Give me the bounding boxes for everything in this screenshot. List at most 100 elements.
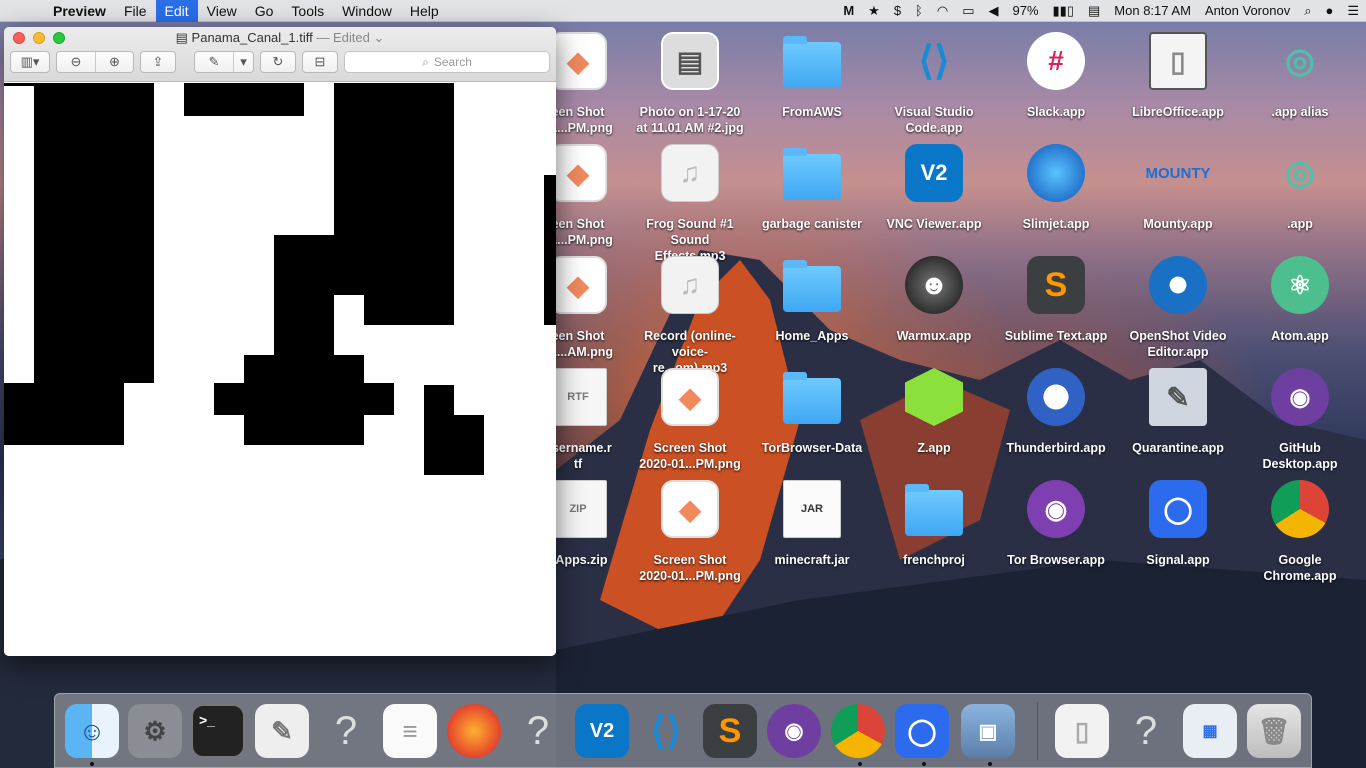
pixel-block	[424, 385, 454, 475]
photo-thumb-icon: ▤	[661, 32, 719, 90]
rotate-button[interactable]: ↻	[260, 51, 296, 73]
search-field[interactable]: ⌕ Search	[344, 51, 550, 73]
desktop-item-thunderbird[interactable]: Thunderbird.app	[1001, 368, 1111, 456]
star-icon[interactable]: ★	[861, 0, 887, 22]
dock-unknown-app-icon[interactable]: ?	[1119, 704, 1173, 758]
bluetooth-icon[interactable]: ᛒ	[908, 0, 930, 22]
desktop-item-sublime[interactable]: S Sublime Text.app	[1001, 256, 1111, 344]
desktop-item-chrome[interactable]: Google Chrome.app	[1245, 480, 1355, 584]
dock-signal-icon[interactable]: ◯	[895, 704, 949, 758]
dock-terminal-icon[interactable]: >_	[191, 704, 245, 758]
rtf-icon: RTF	[549, 368, 607, 426]
desktop-item-folder[interactable]: frenchproj	[879, 480, 989, 568]
menu-view[interactable]: View	[198, 0, 246, 22]
menu-window[interactable]: Window	[333, 0, 401, 22]
desktop-item-app-alias[interactable]: ◎ .app alias	[1245, 32, 1355, 120]
markup-chevron-icon[interactable]: ▾	[233, 52, 253, 72]
desktop-item-app[interactable]: ◎ .app	[1245, 144, 1355, 232]
image-thumb-icon: ◆	[661, 480, 719, 538]
dock-chrome-icon[interactable]	[831, 704, 885, 758]
desktop-item-tor[interactable]: ◉ Tor Browser.app	[1001, 480, 1111, 568]
desktop-item-label: FromAWS	[782, 105, 842, 119]
volume-icon[interactable]: ◀	[982, 0, 1006, 22]
dock-sublime-text-icon[interactable]: S	[703, 704, 757, 758]
battery-percent[interactable]: 97%	[1006, 0, 1046, 22]
menu-help[interactable]: Help	[401, 0, 448, 22]
dock-separator	[1037, 702, 1038, 760]
desktop-item-libreoffice[interactable]: ▯ LibreOffice.app	[1123, 32, 1233, 120]
desktop-item-vnc[interactable]: V2 VNC Viewer.app	[879, 144, 989, 232]
image-thumb-icon: ◆	[661, 368, 719, 426]
dock-script-editor-icon[interactable]: ✎	[255, 704, 309, 758]
warmux-icon: ☻	[905, 256, 963, 314]
desktop-item-slimjet[interactable]: Slimjet.app	[1001, 144, 1111, 232]
desktop-item-label: Slimjet.app	[1022, 217, 1090, 231]
notification-center-icon[interactable]: ☰	[1340, 0, 1366, 22]
desktop-item-jar[interactable]: JAR minecraft.jar	[757, 480, 867, 568]
desktop-item-z-app[interactable]: Z.app	[879, 368, 989, 456]
dock-document-icon[interactable]: ▯	[1055, 704, 1109, 758]
airplay-icon[interactable]: ▭	[955, 0, 981, 22]
desktop-item-image-thumb[interactable]: ◆ Screen Shot 2020-01...PM.png	[635, 368, 745, 472]
menu-go[interactable]: Go	[246, 0, 283, 22]
flag-icon[interactable]: ▤	[1081, 0, 1107, 22]
dock-screenshot-stack-icon[interactable]: ▦	[1183, 704, 1237, 758]
share-button[interactable]: ⇪	[140, 51, 176, 73]
desktop-item-atom[interactable]: ⚛ Atom.app	[1245, 256, 1355, 344]
wifi-icon[interactable]: ◠	[930, 0, 955, 22]
image-thumb-icon: ◆	[549, 32, 607, 90]
sidebar-toggle-button[interactable]: ▥▾	[10, 51, 50, 73]
desktop-item-mounty[interactable]: MOUNTY Mounty.app	[1123, 144, 1233, 232]
menu-tools[interactable]: Tools	[282, 0, 333, 22]
filename[interactable]: Panama_Canal_1.tiff	[192, 30, 313, 45]
desktop-item-signal[interactable]: ◯ Signal.app	[1123, 480, 1233, 568]
github-icon: ◉	[1271, 368, 1329, 426]
dock-trash-icon[interactable]: 🗑	[1247, 704, 1301, 758]
desktop-item-folder[interactable]: FromAWS	[757, 32, 867, 120]
toolbox-button[interactable]: ⊟	[302, 51, 338, 73]
dock-vscode-icon[interactable]: ⟨⟩	[639, 704, 693, 758]
desktop-item-vscode[interactable]: ⟨⟩ Visual Studio Code.app	[879, 32, 989, 136]
desktop-item-warmux[interactable]: ☻ Warmux.app	[879, 256, 989, 344]
dock-system-preferences-icon[interactable]: ⚙	[128, 704, 182, 758]
edited-indicator[interactable]: — Edited	[316, 30, 369, 45]
desktop-item-openshot[interactable]: OpenShot Video Editor.app	[1123, 256, 1233, 360]
desktop-item-folder[interactable]: Home_Apps	[757, 256, 867, 344]
spotlight-icon[interactable]: ⌕	[1297, 0, 1318, 22]
desktop-item-quarantine[interactable]: ✎ Quarantine.app	[1123, 368, 1233, 456]
markup-pen-icon[interactable]: ✎	[195, 52, 233, 72]
zoom-in-icon[interactable]: ⊕	[95, 52, 133, 72]
menu-file[interactable]: File	[115, 0, 156, 22]
desktop-item-label: Tor Browser.app	[1007, 553, 1105, 567]
desktop-item-image-thumb[interactable]: ◆ Screen Shot 2020-01...PM.png	[635, 480, 745, 584]
dollar-icon[interactable]: $	[887, 0, 908, 22]
desktop-item-photo-thumb[interactable]: ▤ Photo on 1-17-20 at 11.01 AM #2.jpg	[635, 32, 745, 136]
dock-unknown-app-icon[interactable]: ?	[511, 704, 565, 758]
siri-icon[interactable]: ●	[1318, 0, 1340, 22]
battery-icon[interactable]: ▮▮▯	[1046, 0, 1081, 22]
desktop-item-label: Home_Apps	[775, 329, 849, 343]
user-name[interactable]: Anton Voronov	[1198, 0, 1297, 22]
desktop-item-audio[interactable]: ♫Record (online- voice-re...om).mp3	[635, 256, 745, 376]
image-canvas[interactable]	[4, 83, 556, 656]
dock-finder-icon[interactable]: ☺	[65, 704, 119, 758]
menu-edit[interactable]: Edit	[155, 0, 198, 22]
desktop-item-slack[interactable]: # Slack.app	[1001, 32, 1111, 120]
desktop-item-label: minecraft.jar	[774, 553, 850, 567]
desktop-item-audio[interactable]: ♫Frog Sound #1 Sound Effects.mp3	[635, 144, 745, 264]
malwarebytes-icon[interactable]: M	[836, 0, 861, 22]
dock-firefox-icon[interactable]	[447, 704, 501, 758]
dock-textedit-icon[interactable]: ≡	[383, 704, 437, 758]
desktop-item-folder[interactable]: garbage canister	[757, 144, 867, 232]
mounty-icon: MOUNTY	[1145, 164, 1211, 182]
dock-github-desktop-icon[interactable]: ◉	[767, 704, 821, 758]
menu-app-name[interactable]: Preview	[44, 0, 115, 22]
dock-unknown-app-icon[interactable]: ?	[319, 704, 373, 758]
chevron-down-icon[interactable]: ⌄	[373, 30, 384, 45]
clock[interactable]: Mon 8:17 AM	[1107, 0, 1198, 22]
zoom-out-icon[interactable]: ⊖	[57, 52, 95, 72]
desktop-item-github[interactable]: ◉ GitHub Desktop.app	[1245, 368, 1355, 472]
desktop-item-folder[interactable]: TorBrowser-Data	[757, 368, 867, 456]
dock-preview-icon[interactable]: ▣	[961, 704, 1015, 758]
dock-vnc-viewer-icon[interactable]: V2	[575, 704, 629, 758]
